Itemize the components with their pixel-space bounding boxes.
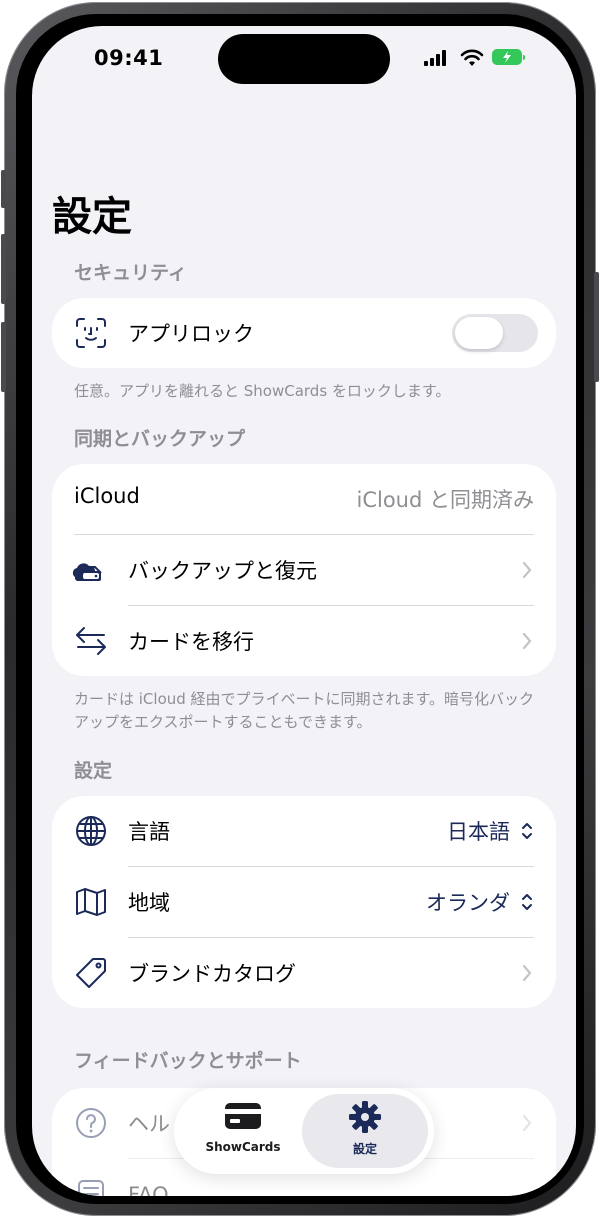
chevron-up-down-icon <box>522 894 532 910</box>
gear-icon <box>349 1101 381 1133</box>
faq-label: FAQ <box>128 1183 169 1196</box>
wifi-icon <box>460 49 484 66</box>
security-card: アプリロック <box>52 298 556 368</box>
chevron-right-icon <box>522 1114 532 1132</box>
tag-icon <box>76 958 106 988</box>
tab-label: ShowCards <box>205 1140 281 1154</box>
tab-bar: ShowCards 設定 <box>174 1088 434 1174</box>
sync-footer: カードは iCloud 経由でプライベートに同期されます。暗号化バックアップをエ… <box>74 690 535 731</box>
document-icon <box>78 1180 104 1196</box>
help-label: ヘル <box>128 1112 170 1136</box>
toggle-knob <box>455 317 503 349</box>
dynamic-island <box>218 34 390 84</box>
app-lock-toggle[interactable] <box>452 314 538 352</box>
region-value: オランダ <box>426 891 510 915</box>
page-title: 設定 <box>52 194 132 240</box>
section-header-feedback: フィードバックとサポート <box>74 1050 302 1072</box>
tab-settings[interactable]: 設定 <box>302 1094 428 1168</box>
app-lock-row[interactable]: アプリロック <box>52 298 556 368</box>
icloud-status: iCloud と同期済み <box>356 488 535 512</box>
phone-frame: 09:41 設定 セキュリティ アプリロック 任意。アプリを離れると ShowC… <box>1 2 599 1216</box>
chevron-right-icon <box>522 964 532 982</box>
map-icon <box>76 888 106 916</box>
section-header-settings: 設定 <box>74 760 113 782</box>
app-lock-label: アプリロック <box>128 322 254 346</box>
cloud-drive-icon <box>72 563 102 581</box>
face-id-icon <box>76 318 106 348</box>
cellular-signal-icon <box>424 50 450 66</box>
migrate-cards-row[interactable]: カードを移行 <box>52 606 556 676</box>
backup-restore-row[interactable]: バックアップと復元 <box>52 535 556 605</box>
icloud-row: iCloud iCloud と同期済み <box>52 464 556 534</box>
icloud-label: iCloud <box>74 484 140 508</box>
settings-card: 言語 日本語 地域 オランダ ブランドカタログ <box>52 796 556 1008</box>
backup-restore-label: バックアップと復元 <box>128 559 317 583</box>
volume-up-button <box>1 234 6 304</box>
tab-showcards[interactable]: ShowCards <box>180 1094 306 1168</box>
chevron-right-icon <box>522 561 532 579</box>
action-button <box>1 170 6 208</box>
volume-down-button <box>1 322 6 392</box>
chevron-up-down-icon <box>522 823 532 839</box>
arrows-swap-icon <box>76 627 106 655</box>
screen: 09:41 設定 セキュリティ アプリロック 任意。アプリを離れると ShowC… <box>32 26 576 1196</box>
migrate-cards-label: カードを移行 <box>128 630 254 654</box>
question-circle-icon <box>76 1108 106 1138</box>
section-header-security: セキュリティ <box>74 262 187 284</box>
section-header-sync: 同期とバックアップ <box>74 428 246 450</box>
card-icon <box>225 1103 261 1129</box>
language-row[interactable]: 言語 日本語 <box>52 796 556 866</box>
chevron-right-icon <box>522 632 532 650</box>
sync-card: iCloud iCloud と同期済み バックアップと復元 カードを移行 <box>52 464 556 676</box>
region-label: 地域 <box>128 891 170 915</box>
power-button <box>594 272 599 382</box>
status-time: 09:41 <box>94 46 164 70</box>
region-row[interactable]: 地域 オランダ <box>52 867 556 937</box>
security-footer: 任意。アプリを離れると ShowCards をロックします。 <box>74 382 451 400</box>
brand-catalog-label: ブランドカタログ <box>128 962 296 986</box>
language-label: 言語 <box>128 820 170 844</box>
brand-catalog-row[interactable]: ブランドカタログ <box>52 938 556 1008</box>
status-bar: 09:41 <box>32 26 576 96</box>
globe-icon <box>76 816 106 846</box>
battery-icon <box>492 49 525 65</box>
tab-label: 設定 <box>352 1142 377 1156</box>
language-value: 日本語 <box>447 820 510 844</box>
